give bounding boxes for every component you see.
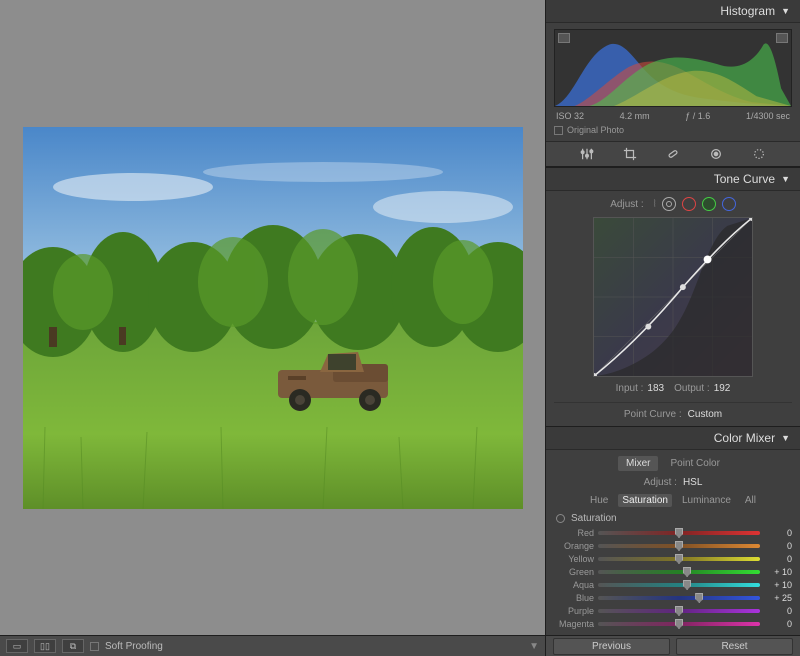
right-panel[interactable]: Histogram▼ ISO 32 4.2 mm ƒ / 1.6 [545,0,800,635]
tone-input-value[interactable]: 183 [647,383,664,394]
slider-label: Red [554,528,594,538]
subtab-luminance[interactable]: Luminance [678,494,735,507]
slider-track-orange[interactable] [598,544,760,548]
edit-sliders-icon[interactable] [580,147,594,161]
parametric-curve-icon[interactable]: ⦚ [654,199,656,210]
original-photo-checkbox[interactable] [554,126,563,135]
mixer-adjust-mode[interactable]: HSL [683,477,702,488]
slider-value[interactable]: + 25 [764,593,792,603]
color-mixer-panel-header[interactable]: Color Mixer▼ [546,427,800,450]
slider-aqua: Aqua + 10 [554,580,792,590]
channel-all[interactable] [662,197,676,211]
meta-shutter: 1/4300 sec [746,111,790,121]
slider-track-yellow[interactable] [598,557,760,561]
tab-point-color[interactable]: Point Color [662,456,727,471]
slider-value[interactable]: 0 [764,606,792,616]
original-photo-label: Original Photo [567,125,624,135]
soft-proofing-checkbox[interactable] [90,642,99,651]
slider-label: Orange [554,541,594,551]
filmstrip-toolbar: ▭ ▯▯ ⧉ Soft Proofing ▼ [0,636,545,656]
slider-thumb[interactable] [675,554,683,564]
photo-preview [23,127,523,509]
slider-thumb[interactable] [675,606,683,616]
loupe-view-icon[interactable]: ▭ [6,639,28,653]
reset-button[interactable]: Reset [676,638,793,655]
subtab-saturation[interactable]: Saturation [618,494,672,507]
survey-view-icon[interactable]: ⧉ [62,639,84,653]
slider-thumb[interactable] [675,541,683,551]
tone-curve-panel-header[interactable]: Tone Curve▼ [546,168,800,191]
channel-green[interactable] [702,197,716,211]
saturation-section-label: Saturation [571,513,617,524]
redeye-icon[interactable] [752,147,766,161]
mixer-adjust-label: Adjust : [644,477,677,488]
toolbar-dropdown-icon[interactable]: ▼ [529,641,539,652]
point-curve-label: Point Curve : [624,409,682,420]
tone-output-value[interactable]: 192 [714,383,731,394]
subtab-all[interactable]: All [741,494,760,507]
target-adjust-icon[interactable] [556,514,565,523]
healing-icon[interactable] [666,147,680,161]
slider-blue: Blue + 25 [554,593,792,603]
mask-icon[interactable] [709,147,723,161]
slider-label: Aqua [554,580,594,590]
slider-label: Purple [554,606,594,616]
slider-value[interactable]: 0 [764,541,792,551]
slider-thumb[interactable] [675,528,683,538]
shadow-clip-indicator[interactable] [558,33,570,43]
meta-iso: ISO 32 [556,111,584,121]
highlight-clip-indicator[interactable] [776,33,788,43]
meta-aperture: ƒ / 1.6 [685,111,710,121]
slider-orange: Orange 0 [554,541,792,551]
slider-purple: Purple 0 [554,606,792,616]
slider-label: Blue [554,593,594,603]
slider-green: Green + 10 [554,567,792,577]
tone-adjust-label: Adjust : [610,199,643,210]
tone-output-label: Output : [674,383,710,394]
soft-proofing-label: Soft Proofing [105,641,163,652]
slider-track-blue[interactable] [598,596,760,600]
slider-value[interactable]: 0 [764,528,792,538]
crop-icon[interactable] [623,147,637,161]
slider-thumb[interactable] [675,619,683,629]
tone-input-label: Input : [616,383,644,394]
tab-mixer[interactable]: Mixer [618,456,658,471]
slider-track-aqua[interactable] [598,583,760,587]
previous-button[interactable]: Previous [553,638,670,655]
point-curve-dropdown[interactable]: Custom [688,409,722,420]
edit-tool-strip [546,141,800,167]
slider-magenta: Magenta 0 [554,619,792,629]
histogram-panel-header[interactable]: Histogram▼ [546,0,800,23]
slider-track-green[interactable] [598,570,760,574]
histogram-display[interactable] [554,29,792,107]
histogram-title: Histogram [720,4,775,18]
slider-value[interactable]: 0 [764,619,792,629]
subtab-hue[interactable]: Hue [586,494,612,507]
tone-curve-title: Tone Curve [714,172,775,186]
slider-value[interactable]: 0 [764,554,792,564]
slider-track-magenta[interactable] [598,622,760,626]
slider-label: Yellow [554,554,594,564]
slider-value[interactable]: + 10 [764,567,792,577]
meta-focal: 4.2 mm [620,111,650,121]
slider-value[interactable]: + 10 [764,580,792,590]
channel-red[interactable] [682,197,696,211]
slider-thumb[interactable] [683,567,691,577]
slider-label: Green [554,567,594,577]
slider-track-red[interactable] [598,531,760,535]
slider-yellow: Yellow 0 [554,554,792,564]
color-mixer-title: Color Mixer [714,431,775,445]
channel-blue[interactable] [722,197,736,211]
tone-curve-editor[interactable] [593,217,753,377]
slider-thumb[interactable] [683,580,691,590]
slider-track-purple[interactable] [598,609,760,613]
canvas-area[interactable] [0,0,545,635]
slider-thumb[interactable] [695,593,703,603]
compare-view-icon[interactable]: ▯▯ [34,639,56,653]
slider-red: Red 0 [554,528,792,538]
slider-label: Magenta [554,619,594,629]
